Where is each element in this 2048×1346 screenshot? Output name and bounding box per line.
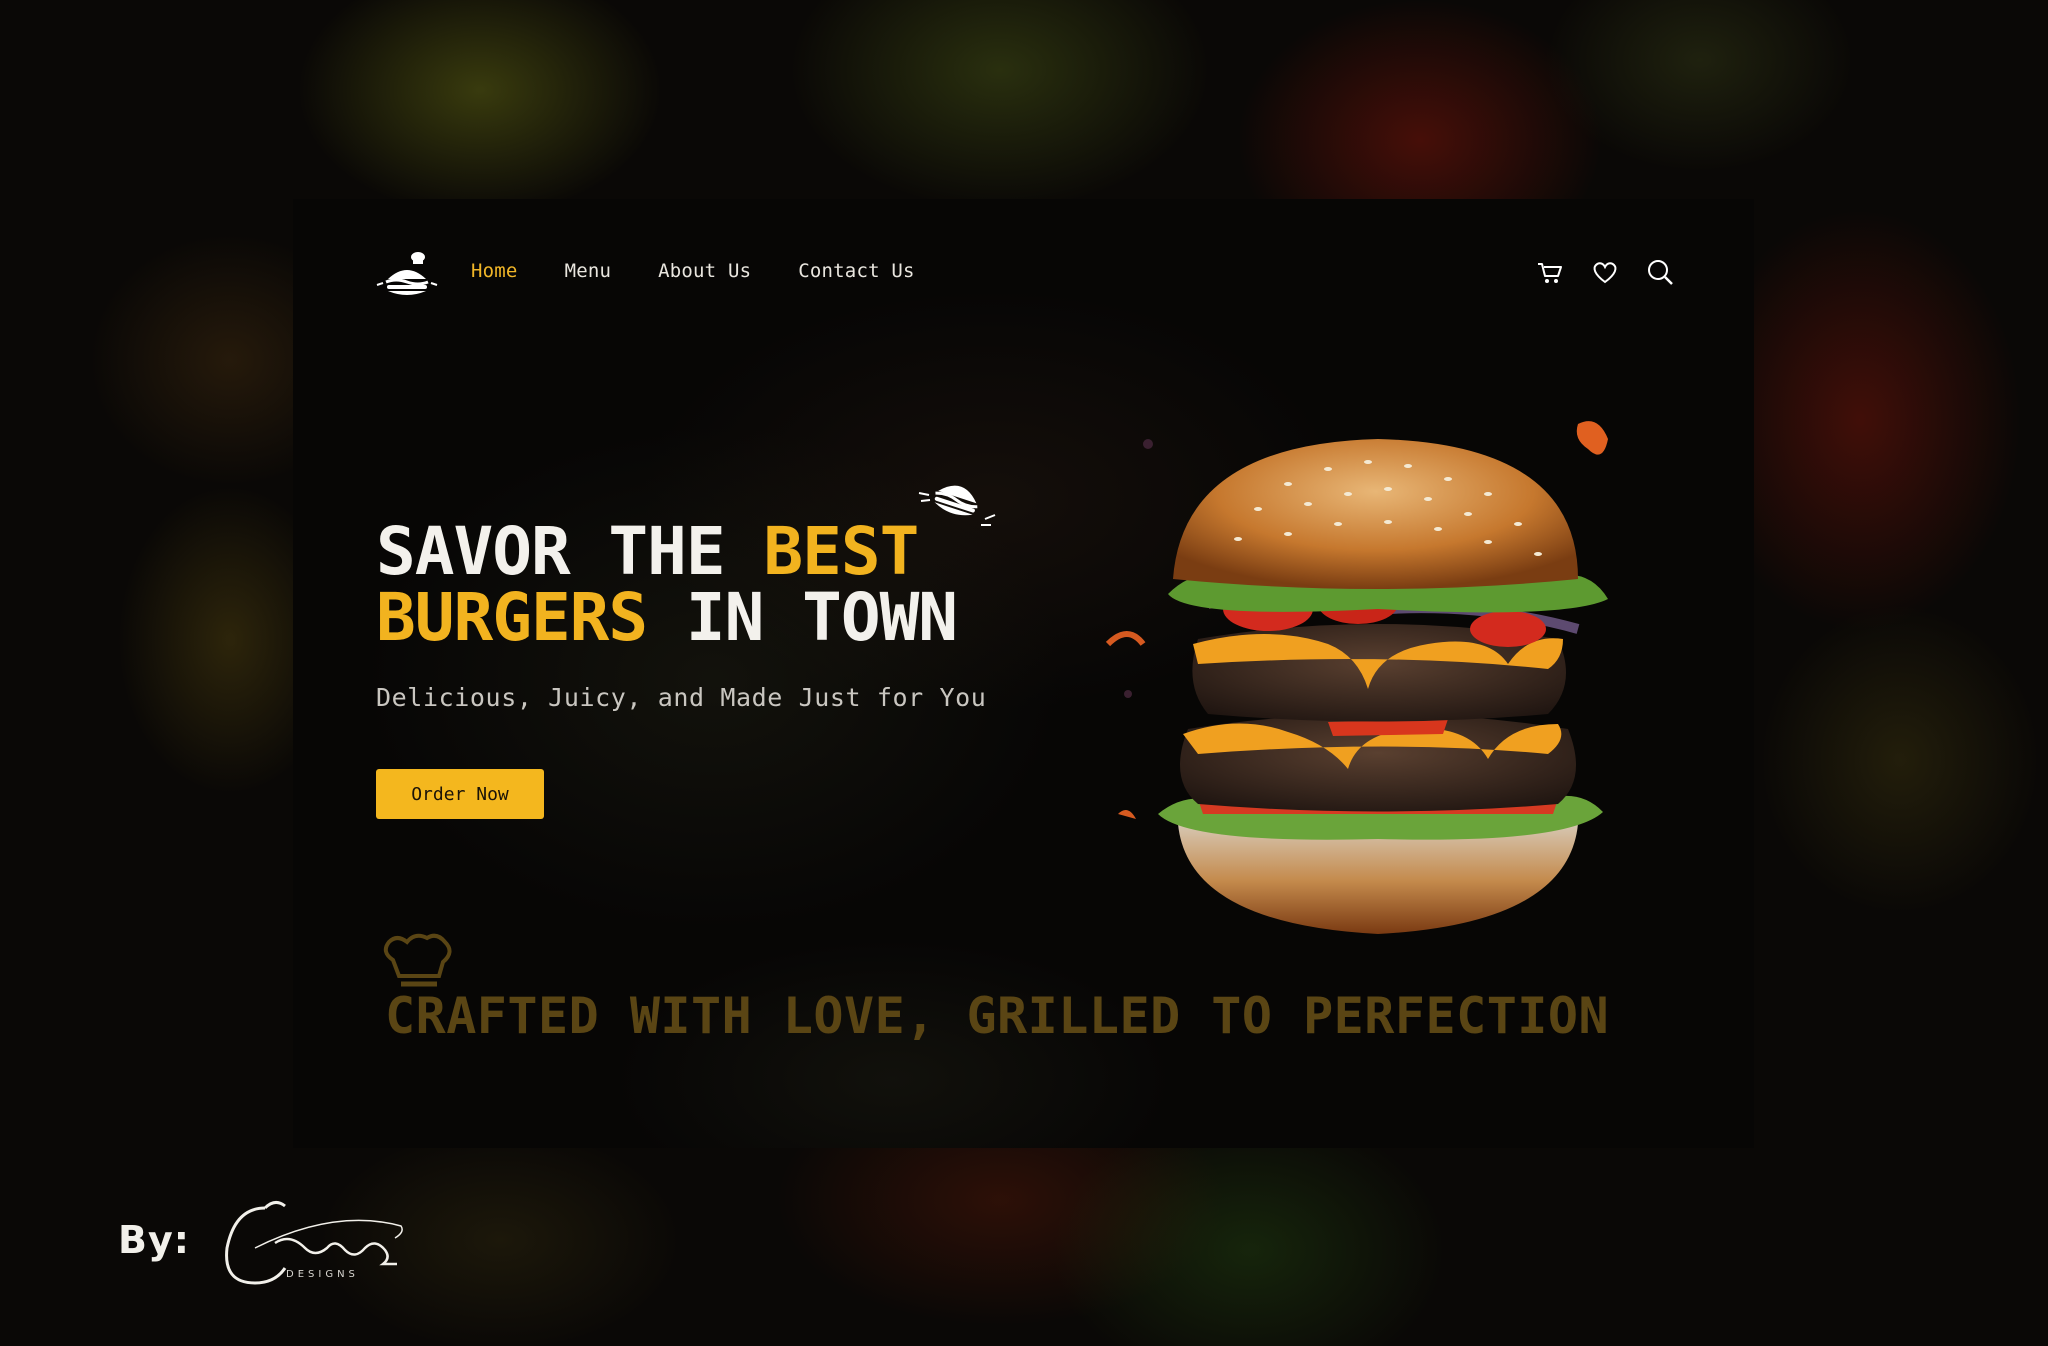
heart-icon[interactable] [1590,257,1620,287]
hero-subtitle: Delicious, Juicy, and Made Just for You [376,683,987,712]
nav-icons [1535,257,1675,287]
headline-part-2: IN TOWN [647,579,958,656]
credit-sub-label: DESIGNS [286,1269,359,1280]
credit-by-label: By: [118,1218,190,1262]
headline-accent-2: BURGERS [376,579,648,656]
cart-icon[interactable] [1535,257,1565,287]
main-nav: Home Menu About Us Contact Us [471,260,962,282]
nav-menu[interactable]: Menu [565,260,612,282]
crownz-signature-logo [225,1201,403,1285]
nav-about-us[interactable]: About Us [658,260,751,282]
chef-hat-icon [383,933,452,987]
search-icon[interactable] [1645,257,1675,287]
order-now-button[interactable]: Order Now [376,769,544,819]
nav-contact-us[interactable]: Contact Us [798,260,914,282]
tagline: CRAFTED WITH LOVE, GRILLED TO PERFECTION [385,987,1610,1045]
hero-headline: SAVOR THE BEST BURGERS IN TOWN [376,519,958,651]
nav-home[interactable]: Home [471,260,518,282]
hero-burger-image [1105,421,1608,934]
landing-page-card: Home Menu About Us Contact Us SAVOR THE … [293,199,1754,1148]
burger-logo-icon[interactable] [376,249,438,299]
